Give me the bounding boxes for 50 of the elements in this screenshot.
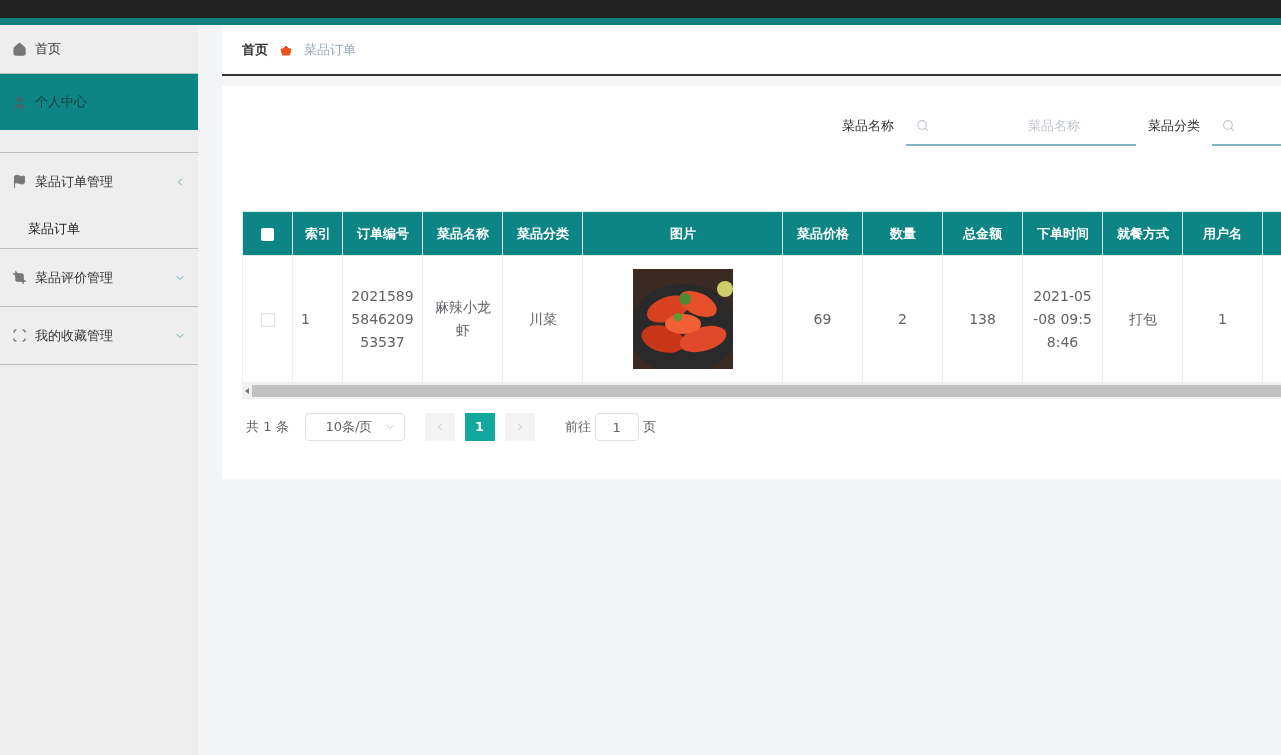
- column-header: 菜品分类: [502, 211, 583, 256]
- table-cell-text: 1: [301, 309, 310, 329]
- table-cell-text: 1: [1218, 309, 1227, 329]
- user-icon: [12, 94, 27, 110]
- crop-icon: [12, 270, 27, 285]
- column-header: 就餐方式: [1102, 211, 1183, 256]
- total-count: 共 1 条: [246, 418, 289, 437]
- horizontal-scrollbar[interactable]: [242, 383, 1281, 399]
- column-header: 总金额: [942, 211, 1023, 256]
- table-cell-text: 69: [813, 309, 832, 329]
- sidebar-item[interactable]: 菜品评价管理: [0, 249, 198, 306]
- page-size-select[interactable]: 10条/页: [304, 413, 405, 441]
- search-icon: [1222, 119, 1235, 132]
- table-cell-text: 2021589584620953537: [351, 286, 414, 352]
- breadcrumb-item[interactable]: 首页: [242, 39, 268, 60]
- column-header: 索引: [292, 211, 343, 256]
- column-header: 用户名: [1182, 211, 1263, 256]
- goto-suffix: 页: [642, 418, 656, 437]
- search-icon: [916, 119, 929, 132]
- prev-page-button[interactable]: [424, 413, 455, 441]
- table-cell-text: 138: [969, 309, 996, 329]
- search-field[interactable]: 菜品名称: [906, 106, 1136, 146]
- basket-icon: [280, 43, 292, 56]
- table-cell-text: 2021-05-08 09:58:46: [1032, 286, 1093, 352]
- search-label: 菜品名称: [842, 117, 894, 136]
- row-checkbox[interactable]: [260, 312, 275, 327]
- frame-icon: [12, 328, 27, 343]
- column-header: 数量: [862, 211, 943, 256]
- column-header: 图片: [582, 211, 783, 256]
- flag-icon: [12, 174, 27, 189]
- home-icon: [12, 41, 27, 57]
- column-header: 订单编号: [342, 211, 423, 256]
- column-header: 菜品名称: [422, 211, 503, 256]
- search-label: 菜品分类: [1148, 117, 1200, 136]
- scroll-left-icon[interactable]: [245, 388, 249, 394]
- sidebar-item[interactable]: 菜品订单管理: [0, 153, 198, 210]
- table-cell-text: 2: [898, 309, 907, 329]
- breadcrumb-item: 菜品订单: [304, 40, 356, 59]
- goto-page-field[interactable]: 1: [594, 413, 639, 441]
- sidebar-item[interactable]: 首页: [0, 25, 198, 73]
- next-page-button[interactable]: [504, 413, 535, 441]
- column-header: 下单时间: [1022, 211, 1103, 256]
- table-cell-text: 麻辣小龙虾: [433, 298, 492, 340]
- sidebar-item[interactable]: 我的收藏管理: [0, 307, 198, 364]
- select-all-checkbox[interactable]: [261, 227, 274, 241]
- column-header: 菜品价格: [782, 211, 863, 256]
- submenu-item[interactable]: 菜品订单: [0, 210, 198, 248]
- goto-label: 前往: [564, 418, 591, 437]
- table-cell-text: 川菜: [528, 309, 557, 329]
- table-cell-text: 打包: [1128, 309, 1157, 329]
